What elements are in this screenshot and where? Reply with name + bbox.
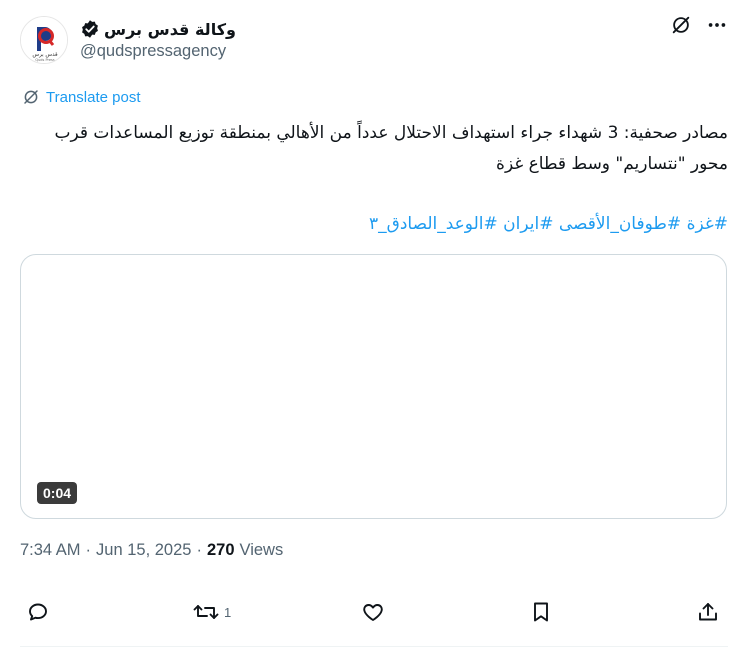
handle[interactable]: @qudspressagency: [80, 42, 236, 61]
share-button[interactable]: [696, 600, 720, 624]
repost-icon: [193, 605, 219, 619]
translate-label[interactable]: Translate post: [46, 89, 141, 106]
share-icon: [699, 603, 717, 621]
verified-badge-icon: [80, 19, 100, 39]
post-meta: 7:34 AM · Jun 15, 2025 · 270 Views: [20, 541, 283, 560]
bottom-divider: [20, 646, 728, 647]
views-count: 270: [206, 541, 235, 559]
hashtag-iran[interactable]: #ايران: [503, 214, 553, 234]
hashtag-true-promise-3[interactable]: #الوعد_الصادق_٣: [369, 214, 498, 234]
video-duration-badge: 0:04: [37, 482, 78, 504]
views-label: Views: [239, 541, 284, 559]
repost-count: 1: [224, 604, 232, 620]
post-header: قدس برس Quds Press وكالة قدس برس @qudspr…: [20, 14, 728, 66]
post-date[interactable]: Jun 15, 2025: [96, 541, 191, 560]
video-player[interactable]: 0:04: [20, 254, 727, 519]
post-text: مصادر صحفية: 3 شهداء جراء استهداف الاحتل…: [54, 123, 728, 174]
reply-icon: [29, 603, 47, 621]
avatar-subtext: Quds Press: [35, 58, 55, 62]
hashtags: #غزة #طوفان_الأقصى #ايران #الوعد_الصادق_…: [20, 210, 728, 238]
bookmark-icon: [534, 602, 548, 622]
post-time[interactable]: 7:34 AM: [20, 541, 81, 560]
more-options-icon[interactable]: [706, 14, 728, 36]
author-names: وكالة قدس برس @qudspressagency: [80, 18, 236, 61]
reply-button[interactable]: [26, 600, 54, 624]
meta-separator: ·: [85, 541, 92, 559]
meta-separator: ·: [196, 541, 202, 559]
like-button[interactable]: [360, 600, 390, 624]
translate-post-link[interactable]: Translate post: [22, 88, 141, 106]
grok-translate-icon: [24, 90, 38, 104]
repost-button[interactable]: 1: [192, 600, 231, 624]
bookmark-button[interactable]: [529, 600, 557, 624]
hashtag-al-aqsa-flood[interactable]: #طوفان_الأقصى: [559, 214, 681, 234]
header-actions: [670, 14, 728, 36]
display-name[interactable]: وكالة قدس برس: [104, 20, 236, 39]
qudspress-logo: قدس برس Quds Press: [21, 17, 67, 63]
hashtag-gaza[interactable]: #غزة: [687, 214, 728, 234]
action-bar: 1: [20, 600, 728, 634]
display-name-row[interactable]: وكالة قدس برس: [80, 18, 236, 40]
heart-icon: [363, 604, 383, 621]
grok-icon[interactable]: [670, 14, 692, 36]
avatar[interactable]: قدس برس Quds Press: [20, 16, 68, 64]
